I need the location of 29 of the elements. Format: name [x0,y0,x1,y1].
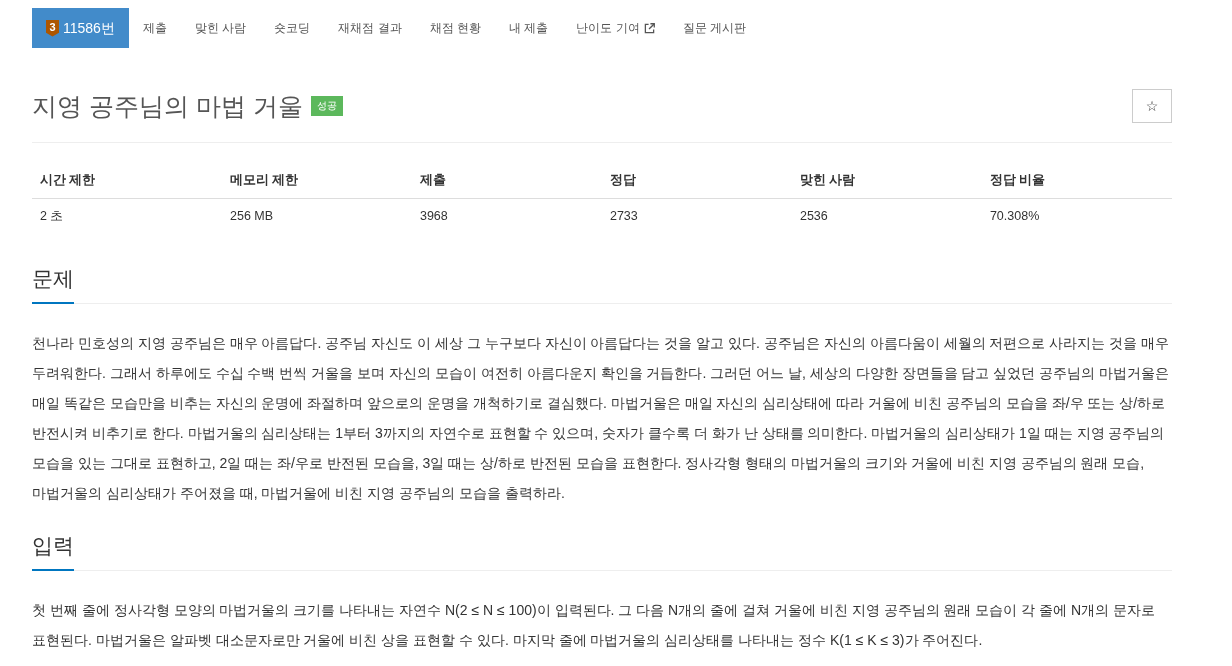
nav-tab[interactable]: 질문 게시판 [668,8,760,48]
nav-tab[interactable]: 재채점 결과 [324,8,416,48]
nav-tab[interactable]: 난이도 기여 [562,8,669,48]
nav-tab[interactable]: 맞힌 사람 [180,8,261,48]
column-header: 메모리 제한 [222,163,412,199]
table-cell: 2536 [791,198,982,235]
nav-tab[interactable]: 3 11586번 [32,8,129,48]
tier-badge: 3 [46,19,59,37]
column-header: 제출 [411,163,602,199]
section-heading: 입력 [32,531,74,572]
problem-title: 지영 공주님의 마법 거울 [32,91,303,122]
table-cell: 2733 [601,198,792,235]
star-button[interactable]: ☆ [1132,89,1172,123]
nav-tab[interactable]: 제출 [128,8,181,48]
column-header: 정답 비율 [981,163,1172,199]
section-paragraph: 첫 번째 줄에 정사각형 모양의 마법거울의 크기를 나타내는 자연수 N(2 ≤ N ≤ 100)이 입력된다. 그 다음 N개의 줄에 걸쳐 거울에 비친 지영 공주님의 원래 모습이 각 줄에 N개의 문자로 표현된다. 마법거울은 알파벳 대소문자로만 거울에 비친 상을 표현할 수 있다. 마지막 줄에 마법거울의 심리상태를 나타내는 정수 K(1 ≤ K ≤ 3)가 주어진다. [32,601,1156,651]
section-paragraph: 천나라 민호성의 지영 공주님은 매우 아름답다. 공주님 자신도 이 세상 그 누구보다 자신이 아름답다는 것을 알고 있다. 공주님은 자신의 아름다움이 세월의 저편으로 사라지는 것을 매우 두려워한다. 그래서 하루에도 수십 수백 번씩 거울을 보며 자신의 모습이 여전히 아름다운지 확인을 거듭한다. 그러던 어느 날, 세상의 다양한 장면들을 담고 싶었던 공주님의 마법거울은 매일 똑같은 모습만을 비추는 자신의 운명에 좌절하며 앞으로의 운명을 개척하기로 결심했다. 마법거울은 매일 자신의 심리상태에 따라 거울에 비친 공주님의 모습을 좌/우 또는 상/하로 반전시켜 비추기로 한다. 마법거울의 심리상태는 1부터 3까지의 자연수로 표현할 수 있으며, 숫자가 클수록 더 화가 난 상태를 의미한다. 마법거울의 심리상태가 1일 때는 지영 공주님의 모습을 있는 그대로 표현하고, 2일 때는 좌/우로 반전된 모습을, 3일 때는 상/하로 반전된 모습을 표현한다. 정사각형 형태의 마법거울의 크기와 거울에 비친 지영 공주님의 원래 모습, 마법거울의 심리상태가 주어졌을 때, 마법거울에 비친 지영 공주님의 모습을 출력하라. [32,334,1171,504]
table-cell: 3968 [411,198,602,235]
column-header: 시간 제한 [32,163,222,199]
column-header: 맞힌 사람 [791,163,982,199]
table-cell: 256 MB [222,198,412,235]
status-label: 성공 [310,96,343,116]
column-header: 정답 [601,163,792,199]
section-heading: 문제 [32,264,74,305]
nav-tab[interactable]: 내 제출 [494,8,563,48]
table-cell: 2 초 [32,198,222,235]
nav-tab[interactable]: 채점 현황 [415,8,495,48]
nav-tab[interactable]: 숏코딩 [260,8,325,48]
table-cell: 70.308% [981,198,1172,235]
